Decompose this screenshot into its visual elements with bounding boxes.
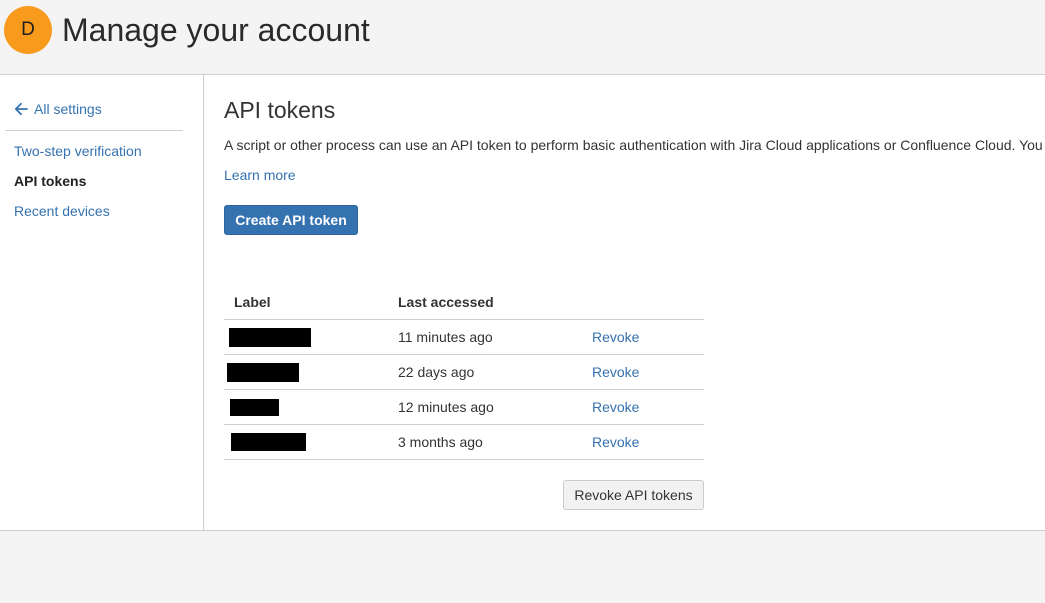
column-header-label: Label [224,285,398,320]
sidebar-item-two-step-verification[interactable]: Two-step verification [14,143,142,159]
revoke-link[interactable]: Revoke [592,399,639,415]
content-panel: All settings Two-step verification API t… [0,75,1045,531]
section-title: API tokens [224,97,336,123]
revoke-link[interactable]: Revoke [592,329,639,345]
page-header: D Manage your account [0,0,1045,75]
all-settings-label: All settings [34,101,102,117]
revoke-link[interactable]: Revoke [592,364,639,380]
redacted-block [227,362,299,382]
token-label-cell [224,354,398,390]
column-header-last-accessed: Last accessed [398,285,592,320]
column-header-actions [592,285,704,320]
table-row: 22 days ago Revoke [224,354,704,390]
table-row: 3 months ago Revoke [224,424,704,460]
arrow-left-icon [14,102,28,116]
table-row: 12 minutes ago Revoke [224,389,704,425]
page-title: Manage your account [62,12,370,48]
avatar[interactable]: D [4,6,52,54]
table-header-row: Label Last accessed [224,285,704,320]
sidebar-item-recent-devices[interactable]: Recent devices [14,203,110,219]
main-content: API tokens A script or other process can… [224,75,1045,530]
revoke-api-tokens-button[interactable]: Revoke API tokens [563,480,704,510]
table-row: 11 minutes ago Revoke [224,319,704,355]
last-accessed-cell: 11 minutes ago [398,319,592,355]
last-accessed-cell: 12 minutes ago [398,389,592,425]
create-api-token-button[interactable]: Create API token [224,205,358,235]
all-settings-link[interactable]: All settings [14,101,102,117]
token-label-cell [224,389,398,425]
token-label-cell [224,319,398,355]
api-tokens-table: Label Last accessed 11 minutes ago Revok… [224,285,704,460]
redacted-block [231,433,306,452]
revoke-link[interactable]: Revoke [592,434,639,450]
learn-more-link[interactable]: Learn more [224,167,296,183]
sidebar-item-api-tokens[interactable]: API tokens [14,173,86,189]
token-label-cell [224,424,398,460]
sidebar-divider [5,130,183,131]
last-accessed-cell: 3 months ago [398,424,592,460]
sidebar: All settings Two-step verification API t… [0,75,204,530]
description-text: A script or other process can use an API… [224,137,1043,153]
redacted-block [229,327,311,347]
redacted-block [230,398,279,416]
last-accessed-cell: 22 days ago [398,354,592,390]
